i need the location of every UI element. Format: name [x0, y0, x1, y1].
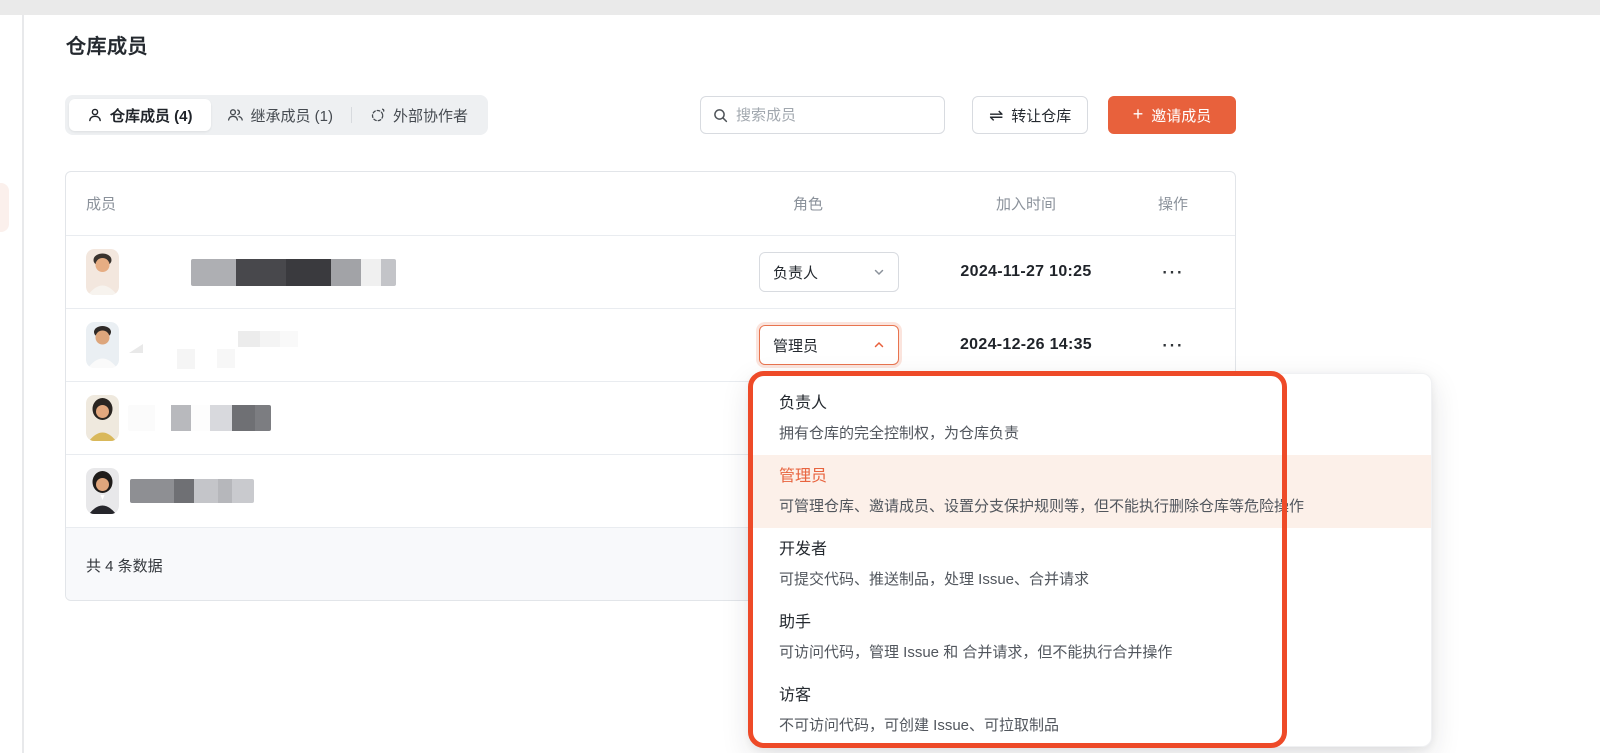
role-select-value: 负责人: [773, 262, 818, 283]
role-option-developer[interactable]: 开发者 可提交代码、推送制品，处理 Issue、合并请求: [751, 528, 1431, 601]
role-select-value: 管理员: [773, 335, 818, 356]
redacted-name: [191, 259, 396, 286]
header-member: 成员: [66, 193, 759, 214]
invite-member-button[interactable]: + 邀请成员: [1108, 96, 1236, 134]
header-joined: 加入时间: [941, 193, 1111, 214]
more-actions-button[interactable]: ⋯: [1161, 334, 1185, 356]
role-option-title: 访客: [779, 685, 1403, 707]
avatar: [86, 395, 119, 441]
more-actions-button[interactable]: ⋯: [1161, 261, 1185, 283]
role-option-desc: 可访问代码，管理 Issue 和 合并请求，但不能执行合并操作: [779, 642, 1403, 663]
tab-label: 继承成员 (1): [251, 105, 334, 126]
redacted-name: [130, 479, 254, 503]
transfer-repo-button[interactable]: ⇌ 转让仓库: [972, 96, 1088, 134]
search-icon: [713, 108, 728, 123]
people-icon: [227, 107, 244, 123]
role-select[interactable]: 负责人: [759, 252, 899, 292]
page-title: 仓库成员: [66, 30, 148, 59]
joined-time: 2024-12-26 14:35: [960, 336, 1092, 353]
joined-time: 2024-11-27 10:25: [960, 263, 1091, 280]
role-option-visitor[interactable]: 访客 不可访问代码，可创建 Issue、可拉取制品: [751, 674, 1431, 747]
table-row: 管理员 2024-12-26 14:35 ⋯: [66, 308, 1235, 381]
repo-members-page: 仓库成员 仓库成员 (4) 继承成员 (1): [0, 0, 1600, 753]
tab-label: 仓库成员 (4): [110, 105, 193, 126]
total-count: 共 4 条数据: [86, 555, 163, 576]
member-type-tabs: 仓库成员 (4) 继承成员 (1) 外部协作者: [65, 95, 488, 135]
chevron-down-icon: [873, 266, 885, 278]
search-member-input[interactable]: [736, 107, 935, 124]
role-option-owner[interactable]: 负责人 拥有仓库的完全控制权，为仓库负责: [751, 382, 1431, 455]
role-option-title: 助手: [779, 612, 1403, 634]
role-option-title: 管理员: [779, 466, 1403, 488]
redacted-name: [128, 405, 271, 431]
transfer-label: 转让仓库: [1011, 105, 1071, 126]
chevron-up-icon: [873, 339, 885, 351]
header-role: 角色: [759, 193, 941, 214]
table-row: 负责人 2024-11-27 10:25 ⋯: [66, 235, 1235, 308]
role-option-title: 开发者: [779, 539, 1403, 561]
avatar: [86, 322, 119, 368]
role-select-open[interactable]: 管理员: [759, 325, 899, 365]
role-dropdown-menu: 负责人 拥有仓库的完全控制权，为仓库负责 管理员 可管理仓库、邀请成员、设置分支…: [750, 373, 1432, 747]
plus-icon: +: [1133, 105, 1144, 123]
role-option-desc: 拥有仓库的完全控制权，为仓库负责: [779, 423, 1403, 444]
role-option-title: 负责人: [779, 393, 1403, 415]
avatar: [86, 249, 119, 295]
tab-inherited-members[interactable]: 继承成员 (1): [211, 99, 350, 131]
role-option-desc: 不可访问代码，可创建 Issue、可拉取制品: [779, 715, 1403, 736]
tab-separator: [351, 107, 352, 123]
avatar: [86, 468, 119, 514]
collaborator-icon: [370, 107, 386, 123]
role-option-assistant[interactable]: 助手 可访问代码，管理 Issue 和 合并请求，但不能执行合并操作: [751, 601, 1431, 674]
person-icon: [87, 107, 103, 123]
window-top-strip: [0, 0, 1600, 15]
header-actions: 操作: [1111, 193, 1235, 214]
search-member-box: [700, 96, 945, 134]
sidebar-active-item-edge: [0, 183, 9, 232]
transfer-icon: ⇌: [989, 107, 1003, 124]
tab-external-collaborators[interactable]: 外部协作者: [354, 99, 484, 131]
role-option-admin[interactable]: 管理员 可管理仓库、邀请成员、设置分支保护规则等，但不能执行删除仓库等危险操作: [751, 455, 1431, 528]
tab-label: 外部协作者: [393, 105, 468, 126]
invite-label: 邀请成员: [1151, 105, 1211, 126]
role-option-desc: 可管理仓库、邀请成员、设置分支保护规则等，但不能执行删除仓库等危险操作: [779, 496, 1403, 517]
role-option-desc: 可提交代码、推送制品，处理 Issue、合并请求: [779, 569, 1403, 590]
tab-repo-members[interactable]: 仓库成员 (4): [69, 99, 211, 131]
table-header-row: 成员 角色 加入时间 操作: [66, 172, 1235, 235]
sidebar-divider: [22, 15, 24, 753]
